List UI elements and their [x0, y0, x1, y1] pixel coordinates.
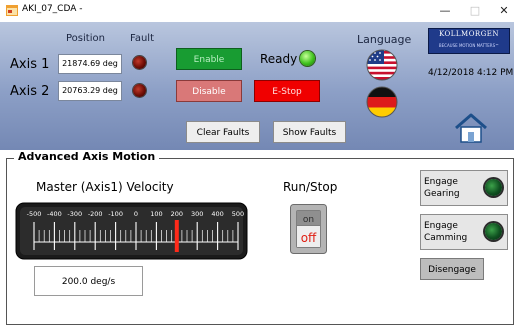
us-flag-icon[interactable]: [366, 49, 398, 81]
gauge-tick-label: -100: [108, 210, 123, 218]
clear-faults-button[interactable]: Clear Faults: [186, 121, 260, 143]
gauge-tick-label: 100: [150, 210, 162, 218]
gauge-tick-label: 300: [191, 210, 203, 218]
runstop-label: Run/Stop: [283, 180, 338, 194]
enable-button[interactable]: Enable: [176, 48, 242, 70]
axis1-fault-lamp: [133, 56, 146, 69]
gauge-tick-labels: -500 -400 -300 -200 -100 0 100 200 300 400 500: [27, 210, 245, 218]
engage-gearing-button[interactable]: Engage Gearing: [420, 170, 508, 206]
minimize-button[interactable]: —: [437, 4, 453, 18]
kollmorgen-logo: KOLLMORGEN BECAUSE MOTION MATTERS™: [428, 28, 510, 54]
logo-name: KOLLMORGEN: [438, 30, 500, 38]
show-faults-button[interactable]: Show Faults: [273, 121, 346, 143]
velocity-gauge: -500 -400 -300 -200 -100 0 100 200 300 400 500: [15, 202, 248, 260]
gauge-tick-label: -400: [47, 210, 62, 218]
engage-camming-button[interactable]: Engage Camming: [420, 214, 508, 250]
section-title: Advanced Axis Motion: [14, 150, 160, 163]
axis1-position-field: 21874.69 deg: [58, 54, 122, 74]
gauge-needle: [174, 220, 179, 252]
velocity-display: 200.0 deg/s: [34, 266, 143, 296]
position-header: Position: [66, 33, 105, 44]
maximize-button[interactable]: □: [467, 4, 483, 18]
language-header: Language: [357, 33, 412, 46]
axis2-fault-lamp: [133, 84, 146, 97]
switch-on-text: on: [303, 215, 314, 225]
gauge-tick-label: 500: [232, 210, 244, 218]
runstop-switch[interactable]: on off: [290, 204, 327, 254]
home-icon[interactable]: [454, 112, 488, 144]
gauge-tick-label: 200: [171, 210, 183, 218]
app-icon: [6, 5, 18, 16]
gauge-tick-label: 0: [134, 210, 138, 218]
axis1-label: Axis 1: [10, 57, 50, 72]
switch-off-text: off: [301, 231, 317, 245]
estop-button[interactable]: E-Stop: [254, 80, 320, 102]
velocity-label: Master (Axis1) Velocity: [36, 180, 174, 194]
fault-header: Fault: [130, 33, 154, 44]
gauge-tick-label: -500: [27, 210, 42, 218]
window-title: AKI_07_CDA -: [22, 4, 83, 14]
camming-status-lamp: [485, 223, 502, 240]
gauge-tick-label: -300: [67, 210, 82, 218]
gearing-status-lamp: [485, 179, 502, 196]
title-bar: AKI_07_CDA - — □ ✕: [0, 0, 514, 22]
disable-button[interactable]: Disable: [176, 80, 242, 102]
ready-lamp: [300, 51, 315, 66]
engage-gearing-label: Engage Gearing: [424, 177, 460, 199]
axis2-position-field: 20763.29 deg: [58, 81, 122, 101]
logo-tagline: BECAUSE MOTION MATTERS™: [438, 43, 500, 48]
engage-camming-label: Engage Camming: [424, 221, 468, 243]
axis2-label: Axis 2: [10, 84, 50, 99]
datetime-display: 4/12/2018 4:12 PM: [428, 68, 514, 78]
gauge-tick-label: 400: [211, 210, 223, 218]
close-button[interactable]: ✕: [496, 4, 512, 18]
gauge-tick-label: -200: [88, 210, 103, 218]
disengage-button[interactable]: Disengage: [420, 258, 484, 280]
german-flag-icon[interactable]: [366, 86, 398, 118]
ready-label: Ready: [260, 52, 298, 66]
